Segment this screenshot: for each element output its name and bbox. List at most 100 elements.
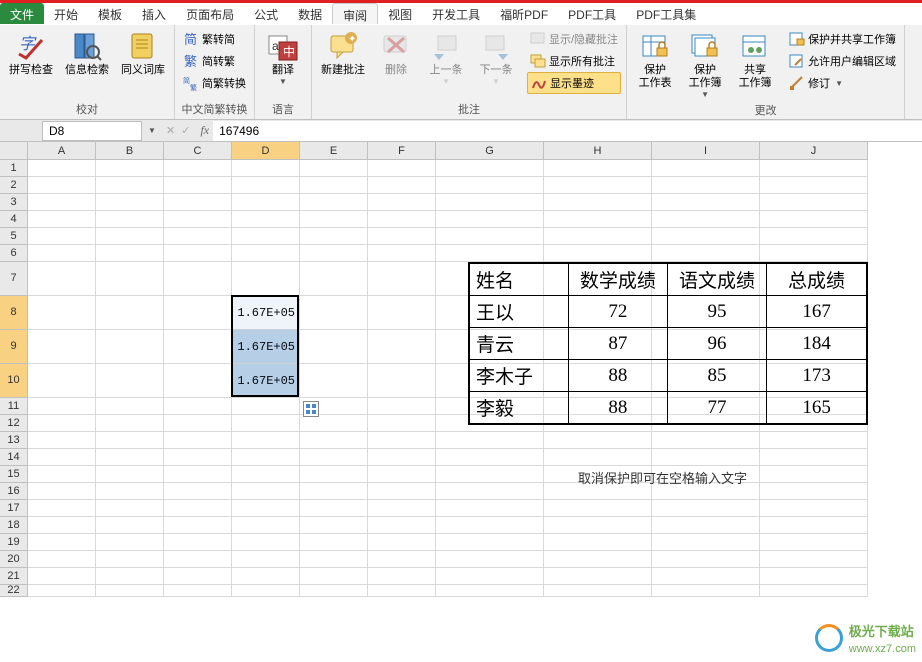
cell-D16[interactable] [232, 483, 300, 500]
cell-B20[interactable] [96, 551, 164, 568]
delete-comment-button[interactable]: 删除 [373, 28, 419, 79]
cell-F16[interactable] [368, 483, 436, 500]
cell-E20[interactable] [300, 551, 368, 568]
cell-C15[interactable] [164, 466, 232, 483]
cell-H17[interactable] [544, 500, 652, 517]
col-header-H[interactable]: H [544, 142, 652, 160]
cell-A4[interactable] [28, 211, 96, 228]
cell-C11[interactable] [164, 398, 232, 415]
cell-D15[interactable] [232, 466, 300, 483]
cell-A5[interactable] [28, 228, 96, 245]
cell-B3[interactable] [96, 194, 164, 211]
cell-B4[interactable] [96, 211, 164, 228]
select-all-cell[interactable] [0, 142, 28, 160]
cell-I2[interactable] [652, 177, 760, 194]
table-header-cell[interactable]: 数学成绩 [568, 263, 667, 296]
cell-E1[interactable] [300, 160, 368, 177]
table-cell[interactable]: 184 [767, 328, 867, 360]
cell-B10[interactable] [96, 364, 164, 398]
show-ink-button[interactable]: 显示墨迹 [527, 72, 621, 94]
fx-icon[interactable]: fx [196, 123, 213, 138]
cell-C12[interactable] [164, 415, 232, 432]
cell-I22[interactable] [652, 585, 760, 597]
cell-I20[interactable] [652, 551, 760, 568]
cell-G15[interactable] [436, 466, 544, 483]
cell-I1[interactable] [652, 160, 760, 177]
cell-A2[interactable] [28, 177, 96, 194]
cell-G13[interactable] [436, 432, 544, 449]
row-header-17[interactable]: 17 [0, 500, 28, 517]
cell-H1[interactable] [544, 160, 652, 177]
cell-J6[interactable] [760, 245, 868, 262]
cell-J17[interactable] [760, 500, 868, 517]
row-header-12[interactable]: 12 [0, 415, 28, 432]
table-cell[interactable]: 87 [568, 328, 667, 360]
spellcheck-button[interactable]: 字 拼写检查 [5, 28, 57, 79]
allow-edit-ranges-button[interactable]: 允许用户编辑区域 [786, 50, 899, 72]
table-cell[interactable]: 77 [667, 392, 766, 425]
cell-H6[interactable] [544, 245, 652, 262]
cell-G6[interactable] [436, 245, 544, 262]
cell-E21[interactable] [300, 568, 368, 585]
cell-D2[interactable] [232, 177, 300, 194]
table-header-cell[interactable]: 语文成绩 [667, 263, 766, 296]
cell-B21[interactable] [96, 568, 164, 585]
col-header-A[interactable]: A [28, 142, 96, 160]
cell-E19[interactable] [300, 534, 368, 551]
row-header-7[interactable]: 7 [0, 262, 28, 296]
cell-D6[interactable] [232, 245, 300, 262]
cell-G21[interactable] [436, 568, 544, 585]
col-header-D[interactable]: D [232, 142, 300, 160]
cell-G19[interactable] [436, 534, 544, 551]
cell-C18[interactable] [164, 517, 232, 534]
menu-tab-1[interactable]: 模板 [88, 3, 132, 24]
new-comment-button[interactable]: ✦ 新建批注 [317, 28, 369, 79]
cell-B14[interactable] [96, 449, 164, 466]
cell-E22[interactable] [300, 585, 368, 597]
menu-file[interactable]: 文件 [0, 3, 44, 24]
menu-tab-7[interactable]: 视图 [378, 3, 422, 24]
cell-C9[interactable] [164, 330, 232, 364]
cell-E7[interactable] [300, 262, 368, 296]
protect-share-button[interactable]: 保护并共享工作簿 [786, 28, 899, 50]
cell-I4[interactable] [652, 211, 760, 228]
cell-A6[interactable] [28, 245, 96, 262]
table-cell[interactable]: 85 [667, 360, 766, 392]
cell-E4[interactable] [300, 211, 368, 228]
translate-button[interactable]: a中 翻译 ▼ [260, 28, 306, 88]
cell-D3[interactable] [232, 194, 300, 211]
cell-F1[interactable] [368, 160, 436, 177]
protect-workbook-button[interactable]: 保护 工作簿 ▼ [682, 28, 728, 101]
spreadsheet-grid[interactable]: ABCDEFGHIJ 12345678910111213141516171819… [0, 142, 922, 662]
formula-bar-input[interactable] [213, 121, 922, 141]
cell-G20[interactable] [436, 551, 544, 568]
cell-E15[interactable] [300, 466, 368, 483]
cell-F19[interactable] [368, 534, 436, 551]
table-cell[interactable]: 167 [767, 296, 867, 328]
cell-H2[interactable] [544, 177, 652, 194]
cell-A21[interactable] [28, 568, 96, 585]
cell-H21[interactable] [544, 568, 652, 585]
cell-C20[interactable] [164, 551, 232, 568]
cell-I6[interactable] [652, 245, 760, 262]
cell-H22[interactable] [544, 585, 652, 597]
row-header-21[interactable]: 21 [0, 568, 28, 585]
cell-F2[interactable] [368, 177, 436, 194]
row-header-5[interactable]: 5 [0, 228, 28, 245]
menu-tab-3[interactable]: 页面布局 [176, 3, 244, 24]
cell-F13[interactable] [368, 432, 436, 449]
cell-A13[interactable] [28, 432, 96, 449]
cell-E9[interactable] [300, 330, 368, 364]
menu-tab-0[interactable]: 开始 [44, 3, 88, 24]
row-header-8[interactable]: 8 [0, 296, 28, 330]
cell-I19[interactable] [652, 534, 760, 551]
cell-F22[interactable] [368, 585, 436, 597]
cell-F20[interactable] [368, 551, 436, 568]
cell-J22[interactable] [760, 585, 868, 597]
cell-A19[interactable] [28, 534, 96, 551]
cell-E12[interactable] [300, 415, 368, 432]
cell-E13[interactable] [300, 432, 368, 449]
cell-C19[interactable] [164, 534, 232, 551]
cell-H19[interactable] [544, 534, 652, 551]
cell-C16[interactable] [164, 483, 232, 500]
